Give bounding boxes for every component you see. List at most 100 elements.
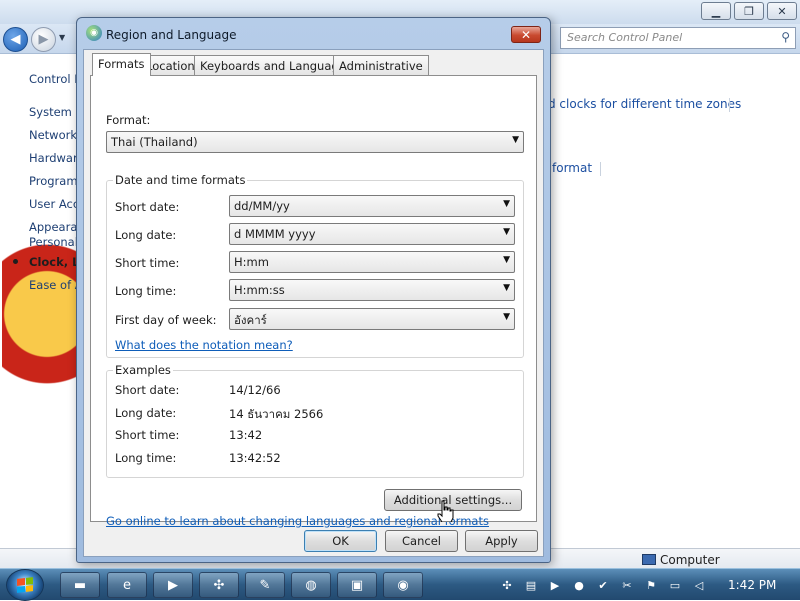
taskbar-app-button-1[interactable]: ✣ bbox=[199, 572, 239, 598]
short-time-label: Short time: bbox=[115, 256, 180, 270]
example-long-date-value: 14 ธันวาคม 2566 bbox=[229, 407, 324, 421]
region-language-dialog: ◉ Region and Language ✕ Formats Location… bbox=[76, 17, 551, 563]
sidebar-item-appearance[interactable]: Appearance and bbox=[29, 220, 78, 234]
long-time-dropdown[interactable]: H:mm:ss ▼ bbox=[229, 279, 515, 301]
example-long-time-value: 13:42:52 bbox=[229, 451, 281, 465]
back-button[interactable]: ◀ bbox=[3, 27, 28, 52]
dialog-body: Formats Location Keyboards and Languages… bbox=[83, 49, 544, 557]
examples-title: Examples bbox=[113, 363, 173, 377]
first-day-of-week-dropdown[interactable]: อังคาร์ ▼ bbox=[229, 308, 515, 330]
taskbar-clock[interactable]: 1:42 PM bbox=[728, 578, 776, 592]
forward-button[interactable]: ▶ bbox=[31, 27, 56, 52]
online-help-link[interactable]: Go online to learn about changing langua… bbox=[106, 514, 489, 528]
short-time-dropdown[interactable]: H:mm ▼ bbox=[229, 251, 515, 273]
tray-network-icon[interactable]: ✣ bbox=[500, 578, 514, 592]
sidebar-item-system-security[interactable]: System and Security bbox=[29, 105, 78, 119]
taskbar-region-language-button[interactable]: ◉ bbox=[383, 572, 423, 598]
sidebar-item-control-panel-home[interactable]: Control Panel Home bbox=[29, 72, 78, 86]
tray-play-icon[interactable]: ▶ bbox=[548, 578, 562, 592]
long-time-value: H:mm:ss bbox=[234, 283, 285, 297]
sidebar-item-personalization[interactable]: Personalization bbox=[29, 235, 78, 249]
taskbar-ie-button[interactable]: e bbox=[107, 572, 147, 598]
folder-icon: ▬ bbox=[73, 577, 87, 593]
search-icon[interactable]: ⚲ bbox=[781, 30, 790, 44]
sidebar-item-network[interactable]: Network and Internet bbox=[29, 128, 78, 142]
notation-help-link[interactable]: What does the notation mean? bbox=[115, 338, 293, 352]
date-time-formats-group: Date and time formats Short date: dd/MM/… bbox=[106, 173, 524, 358]
apply-button[interactable]: Apply bbox=[465, 530, 538, 552]
search-placeholder: Search Control Panel bbox=[567, 31, 683, 44]
dialog-titlebar[interactable]: ◉ Region and Language ✕ bbox=[77, 18, 550, 48]
taskbar-media-player-button[interactable]: ▶ bbox=[153, 572, 193, 598]
start-button[interactable] bbox=[6, 569, 44, 601]
minimize-button[interactable]: ▁ bbox=[701, 2, 731, 20]
globe-icon: ◉ bbox=[397, 577, 409, 593]
sidebar-item-ease-of-access[interactable]: Ease of Access bbox=[29, 278, 78, 292]
flag-icon[interactable]: ⚑ bbox=[644, 578, 658, 592]
format-dropdown[interactable]: Thai (Thailand) ▼ bbox=[106, 131, 524, 153]
tray-alert-icon[interactable]: ● bbox=[572, 578, 586, 592]
window-icon: ▣ bbox=[350, 577, 364, 593]
tab-administrative[interactable]: Administrative bbox=[333, 55, 429, 75]
long-date-value: d MMMM yyyy bbox=[234, 227, 316, 241]
close-icon: ✕ bbox=[520, 27, 532, 42]
first-day-of-week-value: อังคาร์ bbox=[234, 313, 267, 327]
add-clocks-link[interactable]: d clocks for different time zones bbox=[548, 97, 741, 111]
volume-icon[interactable]: ◁ bbox=[692, 578, 706, 592]
short-date-value: dd/MM/yy bbox=[234, 199, 290, 213]
cancel-button[interactable]: Cancel bbox=[385, 530, 458, 552]
example-short-date-value: 14/12/66 bbox=[229, 383, 281, 397]
sidebar-item-user-accounts[interactable]: User Accounts bbox=[29, 197, 78, 211]
long-time-label: Long time: bbox=[115, 284, 177, 298]
example-short-date-label: Short date: bbox=[115, 383, 180, 397]
example-short-time-label: Short time: bbox=[115, 428, 180, 442]
format-label: Format: bbox=[106, 113, 151, 127]
ok-button[interactable]: OK bbox=[304, 530, 377, 552]
sidebar-item-clock-language[interactable]: Clock, Language, and Region bbox=[29, 255, 78, 269]
taskbar-app-button-2[interactable]: ✎ bbox=[245, 572, 285, 598]
current-item-bullet bbox=[13, 259, 18, 264]
taskbar-explorer-button[interactable]: ▬ bbox=[60, 572, 100, 598]
maximize-button[interactable]: ❐ bbox=[734, 2, 764, 20]
media-player-icon: ▶ bbox=[168, 577, 178, 593]
link-separator bbox=[600, 162, 601, 176]
example-long-time-label: Long time: bbox=[115, 451, 177, 465]
dropdown-arrow-icon: ▼ bbox=[503, 283, 510, 293]
dropdown-arrow-icon: ▼ bbox=[503, 255, 510, 265]
examples-group: Examples Short date: 14/12/66 Long date:… bbox=[106, 363, 524, 478]
long-date-dropdown[interactable]: d MMMM yyyy ▼ bbox=[229, 223, 515, 245]
windows-logo-icon bbox=[17, 577, 33, 593]
taskbar-app-button-3[interactable]: ▣ bbox=[337, 572, 377, 598]
short-date-label: Short date: bbox=[115, 200, 180, 214]
change-format-link[interactable]: format bbox=[552, 161, 592, 175]
network-icon: ✣ bbox=[213, 577, 225, 593]
globe-icon: ◉ bbox=[86, 25, 102, 41]
first-day-of-week-label: First day of week: bbox=[115, 313, 217, 327]
tray-app-icon[interactable]: ▤ bbox=[524, 578, 538, 592]
taskbar: ▬ e ▶ ✣ ✎ ◍ ▣ ◉ ✣ ▤ ▶ ● ✔ ✂ ⚑ ▭ ◁ 1:42 P… bbox=[0, 568, 800, 601]
tab-formats[interactable]: Formats bbox=[92, 53, 151, 76]
taskbar-control-panel-button[interactable]: ◍ bbox=[291, 572, 331, 598]
format-value: Thai (Thailand) bbox=[111, 135, 198, 149]
date-time-formats-title: Date and time formats bbox=[113, 173, 248, 187]
dropdown-arrow-icon: ▼ bbox=[503, 312, 510, 322]
control-panel-icon: ◍ bbox=[305, 577, 317, 593]
dialog-close-button[interactable]: ✕ bbox=[511, 26, 541, 43]
sidebar-item-hardware[interactable]: Hardware and Sound bbox=[29, 151, 78, 165]
control-panel-sidebar: Control Panel Home System and Security N… bbox=[0, 54, 78, 544]
window-close-button[interactable]: ✕ bbox=[767, 2, 797, 20]
tray-tool-icon[interactable]: ✂ bbox=[620, 578, 634, 592]
search-input[interactable]: Search Control Panel ⚲ bbox=[560, 27, 796, 49]
tray-check-icon[interactable]: ✔ bbox=[596, 578, 610, 592]
recent-pages-chevron-icon[interactable]: ▼ bbox=[59, 33, 65, 42]
dialog-title: Region and Language bbox=[106, 28, 237, 42]
sidebar-item-programs[interactable]: Programs bbox=[29, 174, 78, 188]
example-short-time-value: 13:42 bbox=[229, 428, 263, 442]
short-date-dropdown[interactable]: dd/MM/yy ▼ bbox=[229, 195, 515, 217]
link-separator bbox=[729, 98, 730, 112]
formats-tab-panel: Format: Thai (Thailand) ▼ Date and time … bbox=[90, 75, 537, 528]
tray-display-icon[interactable]: ▭ bbox=[668, 578, 682, 592]
short-time-value: H:mm bbox=[234, 255, 269, 269]
example-long-date-label: Long date: bbox=[115, 406, 177, 420]
internet-explorer-icon: e bbox=[123, 577, 131, 593]
